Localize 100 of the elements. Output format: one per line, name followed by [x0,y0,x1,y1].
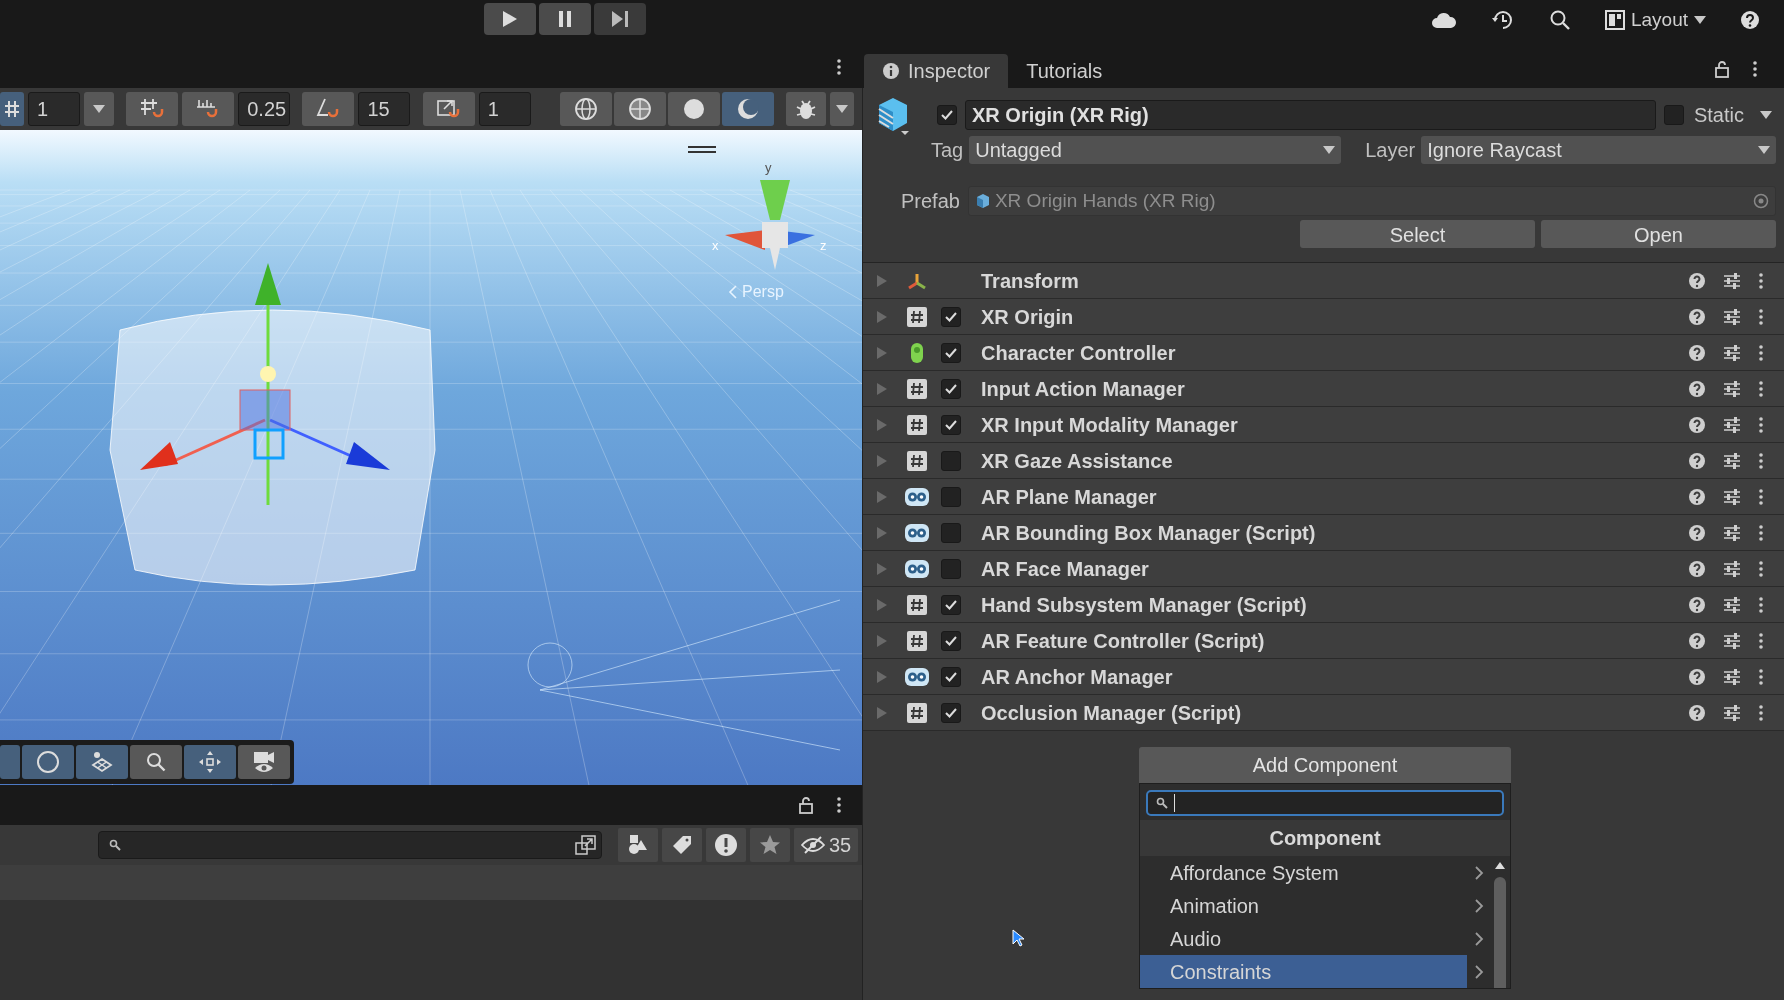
move-gizmo[interactable] [140,263,390,505]
panel-tab[interactable]: Tutorials [1008,54,1121,88]
number-field[interactable]: 15 [358,92,411,126]
drag-handle-icon[interactable] [688,146,716,153]
pause-button[interactable] [539,3,591,35]
name-field[interactable]: XR Origin (XR Rig) [965,100,1656,130]
chevron-right-icon [1473,963,1484,980]
static-checkbox[interactable] [1663,105,1684,125]
enable-checkbox[interactable] [941,594,961,615]
component-header[interactable]: Transform [863,263,1784,299]
increment-snap-button[interactable] [182,92,235,126]
component-header[interactable]: Character Controller [863,335,1784,371]
component-header[interactable]: XR Origin [863,299,1784,335]
field-label: Layer [1365,138,1416,163]
component-header[interactable]: AR Face Manager [863,551,1784,587]
overlay-button[interactable] [130,745,182,779]
caret-icon [1323,146,1336,154]
component-header[interactable]: Hand Subsystem Manager (Script) [863,587,1784,623]
component-name: AR Anchor Manager [981,664,1174,690]
search-icon [109,839,121,851]
overlay-button[interactable] [184,745,236,779]
component-header[interactable]: Occlusion Manager (Script) [863,695,1784,731]
check-icon [940,108,954,122]
rotate-snap-button[interactable] [302,92,355,126]
search-icon [145,751,167,773]
number-field[interactable]: 0.25 [238,92,291,126]
more-icon [1758,379,1764,398]
menu-item[interactable]: Affordance System [1140,856,1467,889]
component-header[interactable]: AR Plane Manager [863,479,1784,515]
grid-snap-button[interactable] [126,92,179,126]
warning-filter-button[interactable] [706,828,746,862]
layout-dropdown[interactable]: Layout [1604,6,1706,35]
tag-icon [671,834,693,856]
menu-item[interactable]: Audio [1140,922,1467,955]
static-label: Static [1693,103,1744,128]
shading-mode-button[interactable] [559,92,612,126]
component-header[interactable]: AR Anchor Manager [863,659,1784,695]
component-header[interactable]: AR Feature Controller (Script) [863,623,1784,659]
solid-sphere-icon [681,97,706,121]
orientation-gizmo[interactable] [725,180,815,270]
enable-checkbox[interactable] [941,558,961,579]
grid-toggle[interactable] [0,92,24,126]
enable-checkbox[interactable] [941,630,961,651]
prefab-button[interactable]: Select [1300,220,1535,248]
component-header[interactable]: XR Gaze Assistance [863,443,1784,479]
search-field[interactable] [1146,790,1504,816]
grid-size-dropdown[interactable] [84,92,114,126]
component-header[interactable]: AR Bounding Box Manager (Script) [863,515,1784,551]
favorites-button[interactable] [750,828,790,862]
overlay-button[interactable] [76,745,128,779]
enable-checkbox[interactable] [941,522,961,543]
enable-checkbox[interactable] [941,378,961,399]
component-name: XR Input Modality Manager [981,412,1239,438]
sliders-icon [1722,487,1742,506]
enable-checkbox[interactable] [941,666,961,687]
camera-eye-icon [251,750,277,774]
component-name: AR Plane Manager [981,484,1158,510]
menu-item[interactable]: Animation [1140,889,1467,922]
component-name: Hand Subsystem Manager (Script) [981,592,1308,618]
debug-dropdown[interactable] [830,92,854,126]
shading-mode-button[interactable] [613,92,666,126]
play-button[interactable] [484,3,536,35]
moon-icon [36,750,60,774]
cube-icon [974,193,991,209]
active-checkbox[interactable] [937,105,957,125]
enable-checkbox[interactable] [941,414,961,435]
menu-item[interactable]: Constraints [1140,955,1467,988]
enable-checkbox[interactable] [941,486,961,507]
enable-checkbox[interactable] [941,306,961,327]
help-icon [1688,667,1706,686]
search-field[interactable] [98,831,603,859]
enable-checkbox[interactable] [941,450,961,471]
overlay-button[interactable] [22,745,74,779]
component-name: Transform [981,268,1080,294]
shading-mode-button[interactable] [667,92,720,126]
component-header[interactable]: Input Action Manager [863,371,1784,407]
enable-checkbox[interactable] [941,702,961,723]
layer-dropdown[interactable]: Ignore Raycast [1421,136,1776,164]
sliders-icon [1722,631,1742,650]
menu-header: Component [1269,826,1381,851]
tag-dropdown[interactable]: Untagged [969,136,1342,164]
shading-mode-button[interactable] [721,92,774,126]
prefab-button[interactable]: Open [1541,220,1776,248]
debug-button[interactable] [786,92,826,126]
component-header[interactable]: XR Input Modality Manager [863,407,1784,443]
step-icon [611,10,629,28]
chevron-right-icon [1473,864,1484,881]
hidden-count-button[interactable]: 35 [794,828,858,862]
add-component-button[interactable]: Add Component [1139,747,1511,783]
type-filter-button[interactable] [618,828,658,862]
label-filter-button[interactable] [662,828,702,862]
step-button[interactable] [594,3,646,35]
field-label: Tag [931,138,964,163]
panel-tab[interactable]: Inspector [864,54,1009,88]
overlay-button[interactable] [238,745,290,779]
number-field[interactable]: 1 [28,92,80,126]
scale-snap-button[interactable] [422,92,475,126]
enable-checkbox[interactable] [941,342,961,363]
number-field[interactable]: 1 [478,92,531,126]
help-icon [1688,559,1706,578]
